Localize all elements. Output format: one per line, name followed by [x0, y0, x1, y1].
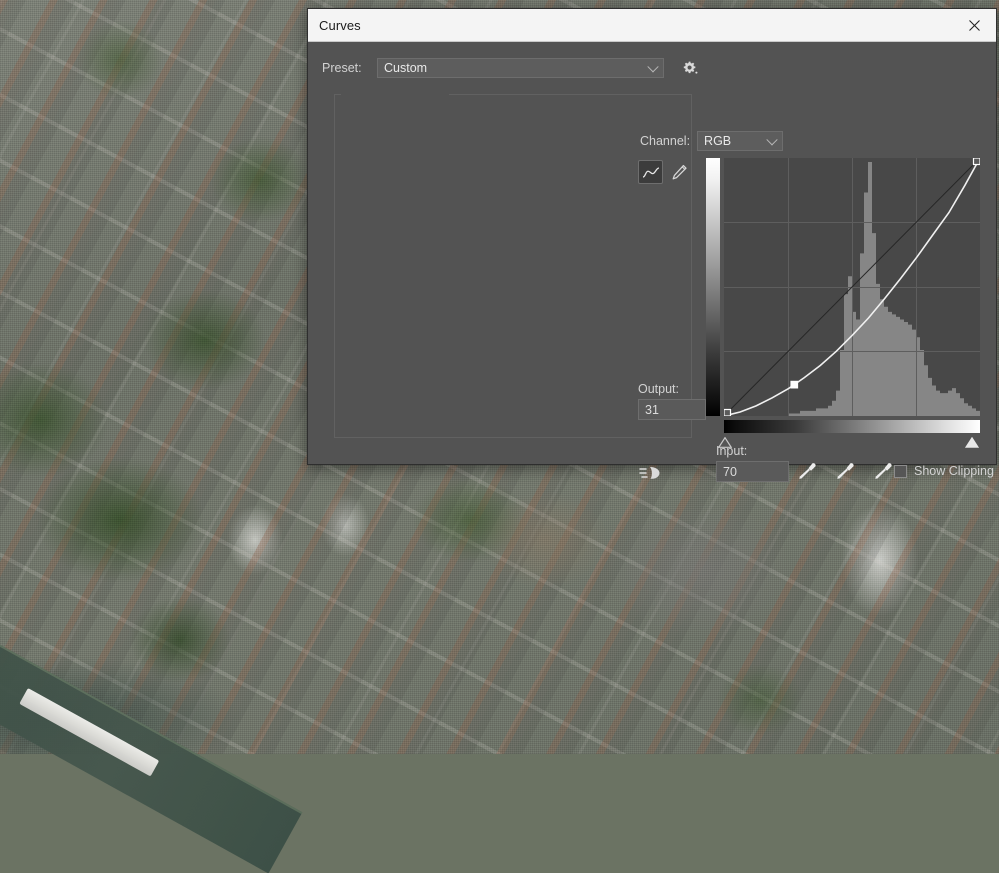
- curve-plot-area[interactable]: [724, 158, 980, 416]
- target-adjust-glyph: [639, 463, 663, 483]
- input-label: Input:: [716, 444, 789, 458]
- preset-select[interactable]: Custom: [377, 58, 664, 78]
- set-white-point-eyedropper[interactable]: [872, 460, 894, 482]
- chevron-down-icon: [766, 134, 777, 145]
- eyedropper-tools: [796, 460, 894, 482]
- dialog-titlebar: Curves: [308, 9, 996, 42]
- output-group: Output: 31: [638, 382, 706, 420]
- close-icon[interactable]: [952, 9, 996, 41]
- channel-select[interactable]: RGB: [697, 131, 783, 151]
- chevron-down-icon: [647, 61, 658, 72]
- pencil-glyph: [671, 164, 688, 181]
- output-input[interactable]: 31: [638, 399, 706, 420]
- curve-glyph: [642, 166, 660, 179]
- curves-dialog: Curves Preset: Custom: [307, 8, 997, 465]
- input-input[interactable]: 70: [716, 461, 789, 482]
- preset-label: Preset:: [322, 61, 370, 75]
- show-clipping-label: Show Clipping: [914, 464, 994, 478]
- dialog-body: Preset: Custom Channel:: [308, 42, 996, 464]
- curve-control-point[interactable]: [791, 381, 798, 388]
- close-glyph: [969, 20, 980, 31]
- gear-icon[interactable]: [681, 59, 699, 77]
- gear-glyph: [683, 61, 698, 76]
- curve-control-point[interactable]: [974, 158, 981, 165]
- curve-plot-svg: [724, 158, 980, 416]
- channel-label: Channel:: [640, 134, 690, 148]
- dialog-title: Curves: [319, 18, 361, 33]
- curve-tools: [638, 160, 692, 184]
- preset-value: Custom: [384, 61, 427, 75]
- target-adjustment-icon[interactable]: [639, 463, 663, 483]
- pencil-tool-icon[interactable]: [667, 160, 692, 184]
- triangle-filled-glyph: [965, 437, 979, 448]
- input-group: Input: 70: [716, 444, 789, 482]
- show-clipping-checkbox[interactable]: Show Clipping: [894, 464, 994, 478]
- checkbox-box: [894, 465, 907, 478]
- output-label: Output:: [638, 382, 706, 396]
- eyedropper-glyph: [796, 460, 818, 482]
- set-black-point-eyedropper[interactable]: [796, 460, 818, 482]
- channel-row: Channel: RGB: [640, 131, 783, 151]
- eyedropper-glyph: [872, 460, 894, 482]
- curve-control-point[interactable]: [724, 410, 731, 417]
- set-gray-point-eyedropper[interactable]: [834, 460, 856, 482]
- vertical-gradient-ramp: [706, 158, 720, 416]
- preset-row: Preset: Custom: [322, 58, 984, 78]
- channel-value: RGB: [704, 134, 731, 148]
- eyedropper-glyph: [834, 460, 856, 482]
- curve-tool-icon[interactable]: [638, 160, 663, 184]
- horizontal-gradient-ramp: [724, 420, 980, 433]
